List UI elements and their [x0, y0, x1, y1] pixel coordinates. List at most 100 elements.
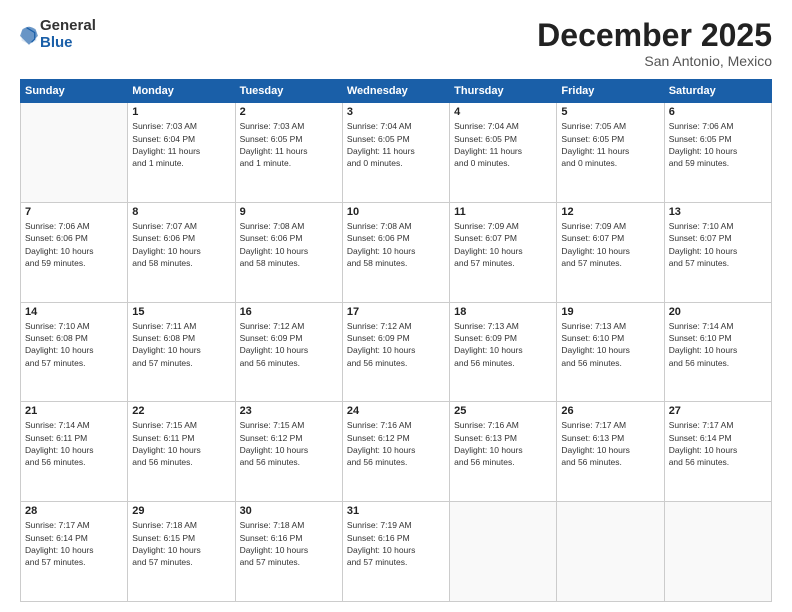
day-info: Sunrise: 7:10 AMSunset: 6:08 PMDaylight:… — [25, 320, 123, 369]
day-info: Sunrise: 7:07 AMSunset: 6:06 PMDaylight:… — [132, 220, 230, 269]
day-number: 24 — [347, 405, 445, 417]
calendar-cell: 16 Sunrise: 7:12 AMSunset: 6:09 PMDayligh… — [235, 302, 342, 402]
calendar-cell: 27 Sunrise: 7:17 AMSunset: 6:14 PMDayligh… — [664, 402, 771, 502]
day-info: Sunrise: 7:03 AMSunset: 6:05 PMDaylight:… — [240, 120, 338, 169]
calendar-cell: 17Sunrise: 7:12 AMSunset: 6:09 PMDayligh… — [342, 302, 449, 402]
day-number: 23 — [240, 405, 338, 417]
day-info: Sunrise: 7:17 AMSunset: 6:14 PMDaylight:… — [669, 419, 767, 468]
calendar-week-row: 21Sunrise: 7:14 AMSunset: 6:11 PMDayligh… — [21, 402, 772, 502]
calendar-cell: 18 Sunrise: 7:13 AMSunset: 6:09 PMDayligh… — [450, 302, 557, 402]
calendar-cell: 20 Sunrise: 7:14 AMSunset: 6:10 PMDayligh… — [664, 302, 771, 402]
calendar-cell: 29 Sunrise: 7:18 AMSunset: 6:15 PMDayligh… — [128, 502, 235, 602]
day-number: 14 — [25, 306, 123, 318]
day-number: 10 — [347, 206, 445, 218]
day-info: Sunrise: 7:08 AMSunset: 6:06 PMDaylight:… — [240, 220, 338, 269]
day-info: Sunrise: 7:13 AMSunset: 6:09 PMDaylight:… — [454, 320, 552, 369]
day-number: 26 — [561, 405, 659, 417]
day-info: Sunrise: 7:15 AMSunset: 6:12 PMDaylight:… — [240, 419, 338, 468]
day-info: Sunrise: 7:19 AMSunset: 6:16 PMDaylight:… — [347, 519, 445, 568]
calendar-cell: 19Sunrise: 7:13 AMSunset: 6:10 PMDayligh… — [557, 302, 664, 402]
day-info: Sunrise: 7:06 AMSunset: 6:05 PMDaylight:… — [669, 120, 767, 169]
location: San Antonio, Mexico — [537, 53, 772, 69]
calendar-cell: 31 Sunrise: 7:19 AMSunset: 6:16 PMDayligh… — [342, 502, 449, 602]
day-info: Sunrise: 7:04 AMSunset: 6:05 PMDaylight:… — [454, 120, 552, 169]
day-number: 5 — [561, 106, 659, 118]
day-info: Sunrise: 7:14 AMSunset: 6:10 PMDaylight:… — [669, 320, 767, 369]
calendar-cell — [450, 502, 557, 602]
calendar-cell: 22Sunrise: 7:15 AMSunset: 6:11 PMDayligh… — [128, 402, 235, 502]
calendar-header-wednesday: Wednesday — [342, 80, 449, 103]
day-number: 16 — [240, 306, 338, 318]
calendar-header-tuesday: Tuesday — [235, 80, 342, 103]
calendar-cell: 6 Sunrise: 7:06 AMSunset: 6:05 PMDaylight… — [664, 103, 771, 203]
calendar-week-row: 14 Sunrise: 7:10 AMSunset: 6:08 PMDayligh… — [21, 302, 772, 402]
calendar-cell: 5 Sunrise: 7:05 AMSunset: 6:05 PMDaylight… — [557, 103, 664, 203]
calendar-week-row: 1Sunrise: 7:03 AMSunset: 6:04 PMDaylight… — [21, 103, 772, 203]
day-number: 9 — [240, 206, 338, 218]
calendar-header-friday: Friday — [557, 80, 664, 103]
calendar-cell: 12 Sunrise: 7:09 AMSunset: 6:07 PMDayligh… — [557, 202, 664, 302]
day-number: 19 — [561, 306, 659, 318]
calendar-cell: 2 Sunrise: 7:03 AMSunset: 6:05 PMDaylight… — [235, 103, 342, 203]
day-number: 31 — [347, 505, 445, 517]
day-info: Sunrise: 7:05 AMSunset: 6:05 PMDaylight:… — [561, 120, 659, 169]
calendar-cell: 1Sunrise: 7:03 AMSunset: 6:04 PMDaylight… — [128, 103, 235, 203]
month-title: December 2025 — [537, 18, 772, 53]
calendar-cell — [21, 103, 128, 203]
logo-general-text: General — [40, 18, 96, 35]
calendar-cell: 28Sunrise: 7:17 AMSunset: 6:14 PMDayligh… — [21, 502, 128, 602]
day-number: 27 — [669, 405, 767, 417]
calendar-cell: 4Sunrise: 7:04 AMSunset: 6:05 PMDaylight… — [450, 103, 557, 203]
calendar-week-row: 28Sunrise: 7:17 AMSunset: 6:14 PMDayligh… — [21, 502, 772, 602]
calendar-cell: 24Sunrise: 7:16 AMSunset: 6:12 PMDayligh… — [342, 402, 449, 502]
calendar-cell: 3Sunrise: 7:04 AMSunset: 6:05 PMDaylight… — [342, 103, 449, 203]
calendar-header-sunday: Sunday — [21, 80, 128, 103]
day-number: 7 — [25, 206, 123, 218]
calendar-cell: 21Sunrise: 7:14 AMSunset: 6:11 PMDayligh… — [21, 402, 128, 502]
calendar-header-row: SundayMondayTuesdayWednesdayThursdayFrid… — [21, 80, 772, 103]
day-info: Sunrise: 7:12 AMSunset: 6:09 PMDaylight:… — [240, 320, 338, 369]
calendar-cell: 13Sunrise: 7:10 AMSunset: 6:07 PMDayligh… — [664, 202, 771, 302]
day-number: 20 — [669, 306, 767, 318]
header: General Blue December 2025 San Antonio, … — [20, 18, 772, 69]
day-number: 28 — [25, 505, 123, 517]
day-number: 30 — [240, 505, 338, 517]
day-info: Sunrise: 7:08 AMSunset: 6:06 PMDaylight:… — [347, 220, 445, 269]
calendar-cell — [557, 502, 664, 602]
day-number: 18 — [454, 306, 552, 318]
day-number: 11 — [454, 206, 552, 218]
day-info: Sunrise: 7:06 AMSunset: 6:06 PMDaylight:… — [25, 220, 123, 269]
day-number: 8 — [132, 206, 230, 218]
calendar-table: SundayMondayTuesdayWednesdayThursdayFrid… — [20, 79, 772, 602]
day-info: Sunrise: 7:18 AMSunset: 6:15 PMDaylight:… — [132, 519, 230, 568]
calendar-cell — [664, 502, 771, 602]
day-number: 2 — [240, 106, 338, 118]
calendar-cell: 14 Sunrise: 7:10 AMSunset: 6:08 PMDayligh… — [21, 302, 128, 402]
day-info: Sunrise: 7:03 AMSunset: 6:04 PMDaylight:… — [132, 120, 230, 169]
day-info: Sunrise: 7:17 AMSunset: 6:13 PMDaylight:… — [561, 419, 659, 468]
calendar-header-saturday: Saturday — [664, 80, 771, 103]
day-number: 13 — [669, 206, 767, 218]
day-info: Sunrise: 7:09 AMSunset: 6:07 PMDaylight:… — [561, 220, 659, 269]
logo-text: General Blue — [40, 18, 96, 51]
calendar-cell: 9 Sunrise: 7:08 AMSunset: 6:06 PMDaylight… — [235, 202, 342, 302]
calendar-header-thursday: Thursday — [450, 80, 557, 103]
logo: General Blue — [20, 18, 96, 51]
day-number: 3 — [347, 106, 445, 118]
calendar-cell: 10 Sunrise: 7:08 AMSunset: 6:06 PMDayligh… — [342, 202, 449, 302]
calendar-cell: 30Sunrise: 7:18 AMSunset: 6:16 PMDayligh… — [235, 502, 342, 602]
day-info: Sunrise: 7:14 AMSunset: 6:11 PMDaylight:… — [25, 419, 123, 468]
day-info: Sunrise: 7:15 AMSunset: 6:11 PMDaylight:… — [132, 419, 230, 468]
calendar-header-monday: Monday — [128, 80, 235, 103]
calendar-cell: 25Sunrise: 7:16 AMSunset: 6:13 PMDayligh… — [450, 402, 557, 502]
day-number: 12 — [561, 206, 659, 218]
logo-blue-text: Blue — [40, 35, 96, 52]
day-info: Sunrise: 7:16 AMSunset: 6:13 PMDaylight:… — [454, 419, 552, 468]
day-number: 29 — [132, 505, 230, 517]
title-block: December 2025 San Antonio, Mexico — [537, 18, 772, 69]
calendar-cell: 7 Sunrise: 7:06 AMSunset: 6:06 PMDaylight… — [21, 202, 128, 302]
day-number: 6 — [669, 106, 767, 118]
page: General Blue December 2025 San Antonio, … — [0, 0, 792, 612]
day-info: Sunrise: 7:09 AMSunset: 6:07 PMDaylight:… — [454, 220, 552, 269]
calendar-cell: 11 Sunrise: 7:09 AMSunset: 6:07 PMDayligh… — [450, 202, 557, 302]
